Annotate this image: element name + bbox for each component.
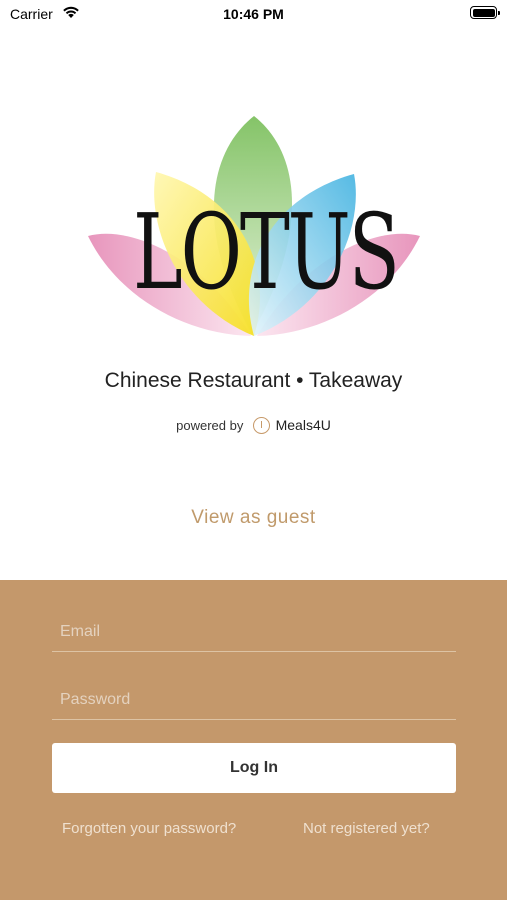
lotus-logo: LOTUS [86,114,422,344]
login-button[interactable]: Log In [52,743,456,793]
email-field[interactable] [52,612,456,652]
forgot-password-link[interactable]: Forgotten your password? [62,820,236,837]
not-registered-link[interactable]: Not registered yet? [303,820,430,837]
logo-wordmark: LOTUS [133,191,400,313]
status-bar: Carrier 10:46 PM [0,0,507,28]
powered-by-label: powered by [176,418,244,433]
restaurant-subtitle: Chinese Restaurant • Takeaway [104,369,403,392]
powered-by: powered by Meals4U [0,417,507,434]
powered-by-brand: Meals4U [275,417,331,433]
password-field[interactable] [52,680,456,720]
meals4u-logo-icon [252,417,270,434]
battery-icon [470,6,500,19]
view-as-guest-link[interactable]: View as guest [0,507,507,529]
clock: 10:46 PM [223,6,284,22]
